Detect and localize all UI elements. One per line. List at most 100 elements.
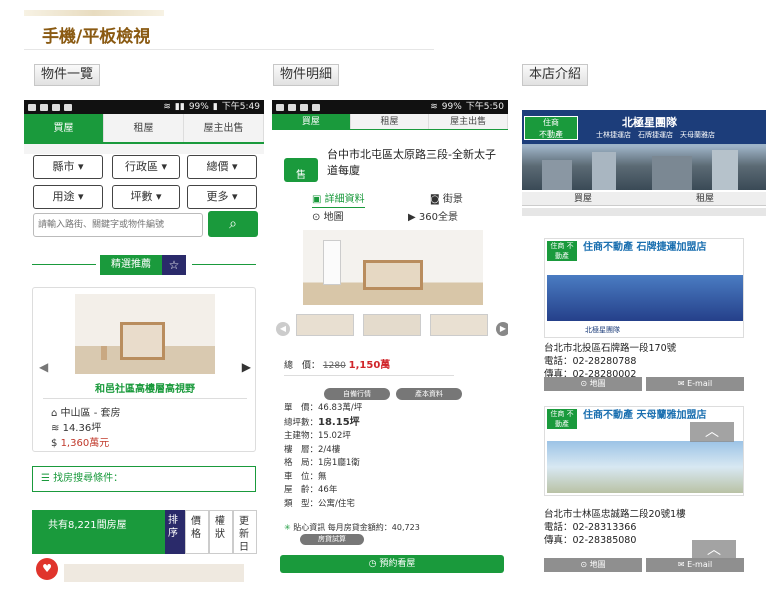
sort-newest[interactable]: 更新日 xyxy=(233,510,257,554)
tab-rent[interactable]: 租屋 xyxy=(644,192,766,205)
tab-owner-sale[interactable]: 屋主出售 xyxy=(184,114,264,142)
thumbnail[interactable] xyxy=(363,314,421,336)
map-button[interactable]: ⊙ 地圖 xyxy=(544,558,642,572)
facebook-icon xyxy=(64,103,72,111)
clock-icon: ◷ xyxy=(368,559,377,569)
tab-360[interactable]: ▶ 360全景 xyxy=(408,208,458,223)
area-text: 14.36坪 xyxy=(62,423,102,434)
chip-market[interactable]: 自備行情 xyxy=(324,388,390,400)
sort-price[interactable]: 價格 xyxy=(185,510,209,554)
next-arrow-icon[interactable]: ▶ xyxy=(242,360,251,374)
sort-area[interactable]: 權狀 xyxy=(209,510,233,554)
filter-district[interactable]: 行政區 ▾ xyxy=(112,155,180,179)
detail-value: 46.83萬/坪 xyxy=(318,403,363,413)
map-button-label: 地圖 xyxy=(589,560,606,569)
featured-title[interactable]: 和邑社區高樓層高視野 xyxy=(33,380,257,395)
detail-value: 2/4樓 xyxy=(318,444,341,455)
search-input[interactable] xyxy=(33,213,203,237)
back-icon xyxy=(28,103,36,111)
featured-card[interactable]: ◀ ▶ 和邑社區高樓層高視野 ⌂ 中山區 - 套房 ≋ 14.36坪 $ 1,3… xyxy=(32,287,256,452)
facebook-icon xyxy=(312,103,320,111)
notification-icon xyxy=(288,103,296,111)
tab-details[interactable]: ▣ 詳細資料 xyxy=(312,190,365,208)
store-card-image[interactable]: 住商 不動產 住商不動產 石牌捷運加盟店 北極星團隊 xyxy=(544,238,744,338)
team-photo xyxy=(547,275,743,321)
store-address: 台北市士林區忠誠路二段20號1樓 xyxy=(544,509,686,520)
email-button[interactable]: ✉ E-mail xyxy=(646,377,744,391)
phone-store-screen: 住商 不動產 北極星團隊 士林捷運店 石牌捷運店 天母蘭雅店 買屋 租屋 住商 不… xyxy=(522,100,766,582)
tab-street-label: 街景 xyxy=(442,194,463,205)
detail-row: 單 價：46.83萬/坪 xyxy=(284,402,484,416)
brand-logo: 住商 不動產 xyxy=(524,116,578,140)
battery-text: 99% xyxy=(441,102,462,112)
main-photo[interactable] xyxy=(303,230,483,305)
prev-arrow-icon[interactable]: ◀ xyxy=(276,322,290,336)
battery-text: 99% xyxy=(188,102,209,112)
detail-table: 單 價：46.83萬/坪 總坪數：18.15坪 主建物：15.02坪樓 層：2/4樓… xyxy=(284,402,484,511)
detail-value: 15.02坪 xyxy=(318,431,351,441)
home-icon: ⌂ xyxy=(51,408,58,419)
store-info: 台北市北投區石牌路一段170號 電話：02-28280788 傳真：02-282… xyxy=(544,342,676,381)
tab-360-label: 360全景 xyxy=(418,212,458,223)
total-price-row: 總 價： 1280 1,150萬 xyxy=(284,356,454,376)
filter-more[interactable]: 更多 ▾ xyxy=(187,185,257,209)
loan-calc-button[interactable]: 房貸試算 xyxy=(300,534,364,545)
search-button[interactable]: ⌕ xyxy=(208,211,258,237)
star-icon[interactable]: ☆ xyxy=(162,255,186,275)
featured-label: 精選推薦 xyxy=(100,255,162,275)
scroll-top-icon[interactable]: ︿ xyxy=(690,422,734,442)
detail-key: 單 價： xyxy=(284,403,319,413)
sort-button[interactable]: 排序 xyxy=(165,510,185,554)
detail-value: 公寓/住宅 xyxy=(318,498,355,509)
filter-area[interactable]: 坪數 ▾ xyxy=(112,185,180,209)
tab-owner-sale[interactable]: 屋主出售 xyxy=(429,114,508,129)
tab-map[interactable]: ⊙ 地圖 xyxy=(312,208,344,223)
team-photo xyxy=(547,441,743,493)
detail-key: 樓 層： xyxy=(284,444,319,455)
prev-arrow-icon[interactable]: ◀ xyxy=(39,360,48,374)
thumbnail[interactable] xyxy=(430,314,488,336)
status-bar: ≋ 99% 下午5:50 xyxy=(272,100,508,114)
price-text: 1,360萬元 xyxy=(60,438,110,449)
battery-icon: ▮ xyxy=(212,102,218,112)
book-viewing-button[interactable]: ◷ 預約看屋 xyxy=(280,555,504,573)
tab-rent[interactable]: 租屋 xyxy=(104,114,184,142)
map-button[interactable]: ⊙ 地圖 xyxy=(544,377,642,391)
like-icon[interactable]: ♥ xyxy=(36,558,58,580)
label-store: 本店介紹 xyxy=(522,64,589,86)
email-button-label: E-mail xyxy=(687,379,713,388)
detail-value: 1房1廳1衛 xyxy=(318,458,360,468)
thumbnail[interactable] xyxy=(296,314,354,336)
store-name: 住商不動產 石牌捷運加盟店 xyxy=(583,242,707,253)
email-button[interactable]: ✉ E-mail xyxy=(646,558,744,572)
filter-city[interactable]: 縣市 ▾ xyxy=(33,155,103,179)
map-pin-icon: ⊙ xyxy=(312,212,321,223)
scroll-top-icon[interactable]: ︿ xyxy=(692,540,736,560)
tab-buy[interactable]: 買屋 xyxy=(272,114,351,129)
detail-row: 車 位：無 xyxy=(284,471,484,485)
mail-icon: ✉ xyxy=(677,379,685,388)
detail-row: 總坪數：18.15坪 xyxy=(284,416,484,431)
detail-row: 主建物：15.02坪 xyxy=(284,430,484,444)
store-card-image[interactable]: 住商 不動產 住商不動產 天母蘭雅加盟店 xyxy=(544,406,744,496)
next-arrow-icon[interactable]: ▶ xyxy=(496,322,508,336)
search-icon: ⌕ xyxy=(229,216,237,232)
filter-usage[interactable]: 用途 ▾ xyxy=(33,185,103,209)
header-accent-bar xyxy=(24,10,164,16)
store-banner: 住商 不動產 北極星團隊 士林捷運店 石牌捷運店 天母蘭雅店 xyxy=(522,110,766,190)
tab-rent[interactable]: 租屋 xyxy=(350,114,430,129)
map-pin-icon: ⊙ xyxy=(580,379,588,388)
tab-street-view[interactable]: ◙ 街景 xyxy=(430,190,463,205)
filter-price[interactable]: 總價 ▾ xyxy=(187,155,257,179)
mail-icon: ✉ xyxy=(677,560,685,569)
tab-buy[interactable]: 買屋 xyxy=(522,192,644,205)
detail-row: 類 型：公寓/住宅 xyxy=(284,498,484,512)
chip-property-info[interactable]: 產本資料 xyxy=(396,388,462,400)
search-conditions-button[interactable]: ☰ 找房搜尋條件： xyxy=(32,466,256,492)
old-price: 1280 xyxy=(322,361,346,371)
layers-icon: ≋ xyxy=(51,423,60,434)
facebook-icon xyxy=(52,103,60,111)
back-icon xyxy=(276,103,284,111)
horizontal-scrollbar[interactable] xyxy=(522,208,766,216)
tab-buy[interactable]: 買屋 xyxy=(24,114,104,142)
